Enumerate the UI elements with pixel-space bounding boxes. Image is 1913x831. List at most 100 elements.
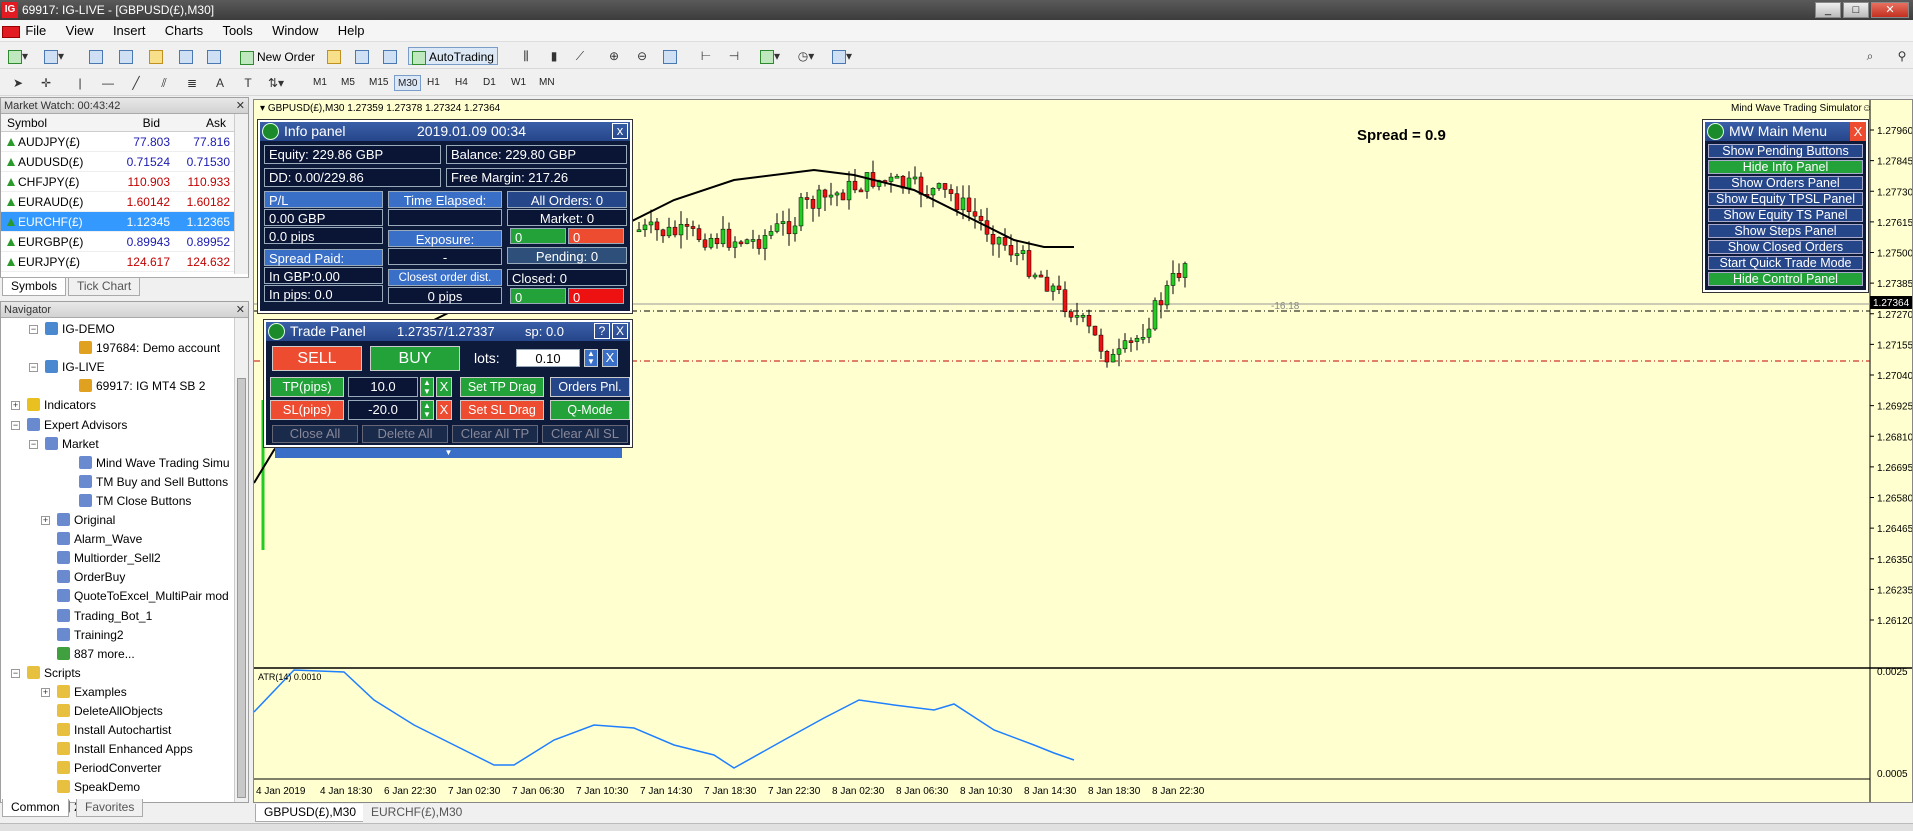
clear-all-sl-button[interactable]: Clear All SL [542,425,628,443]
hide-info-panel-button[interactable]: Hide Info Panel [1708,160,1863,174]
collapse-icon[interactable]: − [11,668,20,678]
navigator-item[interactable]: 887 more... [57,645,135,663]
cursor-icon[interactable]: ➤ [8,73,28,93]
hide-control-panel-button[interactable]: Hide Control Panel [1708,272,1863,286]
tf-m15[interactable]: M15 [366,75,391,91]
scrollbar-thumb[interactable] [237,378,246,798]
navigator-item[interactable]: DeleteAllObjects [57,702,163,720]
navigator-item[interactable]: Expert Advisors [27,416,127,434]
tab-eurchf-m30[interactable]: EURCHF(£),M30 [363,804,471,822]
indicators-icon[interactable]: ▾ [760,46,780,66]
show-closed-orders-button[interactable]: Show Closed Orders [1708,240,1863,254]
trendline-icon[interactable]: ╱ [126,73,146,93]
market-watch-row[interactable]: EURAUD(£) 1.60142 1.60182 [1,192,248,212]
sl-clear-button[interactable]: X [436,400,452,420]
line-chart-icon[interactable]: ⟋ [570,46,590,66]
close-icon[interactable]: ✕ [1871,2,1909,18]
navigator-item[interactable]: Indicators [27,396,96,414]
candlestick-icon[interactable]: ▮ [544,46,564,66]
show-steps-panel-button[interactable]: Show Steps Panel [1708,224,1863,238]
tile-windows-icon[interactable] [660,46,680,66]
autoscroll-icon[interactable]: ⊣ [724,46,744,66]
tf-mn[interactable]: MN [536,75,558,91]
col-ask[interactable]: Ask [206,114,226,132]
navigator-scrollbar[interactable] [234,318,248,802]
navigator-item[interactable]: Install Autochartist [57,721,171,739]
show-pending-buttons-button[interactable]: Show Pending Buttons [1708,144,1863,158]
horizontal-line-icon[interactable]: — [98,73,118,93]
arrows-icon[interactable]: ⇅▾ [266,73,286,93]
tab-tick-chart[interactable]: Tick Chart [68,278,141,296]
tf-d1[interactable]: D1 [480,75,499,91]
chart-shift-icon[interactable]: ⊢ [696,46,716,66]
collapse-icon[interactable]: − [29,363,38,373]
navigator-item[interactable]: 69917: IG MT4 SB 2 [79,377,205,395]
navigator-item[interactable]: Scripts [27,664,81,682]
menu-window[interactable]: Window [264,20,326,41]
tab-favorites[interactable]: Favorites [76,799,144,817]
search-icon[interactable]: ⌕ [1860,46,1880,66]
profiles-icon[interactable]: ▾ [44,46,64,66]
show-equity-tpsl-panel-button[interactable]: Show Equity TPSL Panel [1708,192,1863,206]
menu-file[interactable]: File [17,20,54,41]
terminal-icon[interactable] [176,46,196,66]
tf-h4[interactable]: H4 [452,75,471,91]
vertical-line-icon[interactable]: | [70,73,90,93]
tf-w1[interactable]: W1 [508,75,529,91]
q-mode-button[interactable]: Q-Mode [550,400,630,420]
navigator-item[interactable]: TM Buy and Sell Buttons [79,473,228,491]
set-sl-drag-button[interactable]: Set SL Drag [460,400,544,420]
start-quick-trade-mode-button[interactable]: Start Quick Trade Mode [1708,256,1863,270]
help-button[interactable]: ? [594,323,610,339]
market-watch-row[interactable]: EURJPY(£) 124.617 124.632 [1,252,248,272]
clear-all-tp-button[interactable]: Clear All TP [452,425,538,443]
collapse-icon[interactable]: − [11,420,20,430]
tab-common[interactable]: Common [2,799,69,817]
tf-m5[interactable]: M5 [338,75,358,91]
lots-clear-button[interactable]: X [602,349,618,367]
maximize-icon[interactable]: □ [1843,2,1869,18]
menu-insert[interactable]: Insert [105,20,154,41]
new-order-button[interactable]: New Order [236,47,319,65]
close-icon[interactable]: ✕ [236,302,245,318]
new-chart-icon[interactable]: ▾ [8,46,28,66]
data-window-icon[interactable] [116,46,136,66]
strategy-tester-icon[interactable] [204,46,224,66]
channel-icon[interactable]: ⫽ [154,73,174,93]
market-watch-row[interactable]: AUDJPY(£) 77.803 77.816 [1,132,248,152]
navigator-icon[interactable] [146,46,166,66]
lots-input[interactable]: 0.10 [516,349,580,367]
trade-panel-expand-button[interactable]: ▼ [275,448,622,458]
tf-m30[interactable]: M30 [394,75,422,91]
minimize-icon[interactable]: _ [1815,2,1841,18]
show-equity-ts-panel-button[interactable]: Show Equity TS Panel [1708,208,1863,222]
fibonacci-icon[interactable]: ≣ [182,73,202,93]
templates-icon[interactable]: ▾ [832,46,852,66]
periods-icon[interactable]: ◷▾ [796,46,816,66]
navigator-item[interactable]: Examples [57,683,127,701]
navigator-item[interactable]: Alarm_Wave [57,530,142,548]
info-panel-close-button[interactable]: x [612,123,628,139]
navigator-item[interactable]: Trading_Bot_1 [57,607,152,625]
text-label-icon[interactable]: T [238,73,258,93]
navigator-item[interactable]: Install Enhanced Apps [57,740,193,758]
main-menu-close-button[interactable]: X [1850,122,1866,141]
tp-input[interactable]: 10.0 [348,377,418,397]
navigator-item[interactable]: OrderBuy [57,568,125,586]
lots-stepper[interactable]: ▲ ▼ [584,349,598,367]
sell-button[interactable]: SELL [272,346,362,371]
navigator-item[interactable]: Original [57,511,115,529]
menu-charts[interactable]: Charts [157,20,211,41]
sl-input[interactable]: -20.0 [348,400,418,420]
col-symbol[interactable]: Symbol [7,114,47,132]
autotrading-button[interactable]: AutoTrading [408,47,498,65]
trade-panel-close-button[interactable]: X [612,323,628,339]
menu-view[interactable]: View [58,20,102,41]
market-watch-icon[interactable] [86,46,106,66]
metaeditor-icon[interactable] [324,46,344,66]
market-watch-row[interactable]: EURCHF(£) 1.12345 1.12365 [1,212,248,232]
tp-stepper[interactable]: ▲ ▼ [420,377,434,397]
orders-panel-button[interactable]: Orders Pnl. [550,377,630,397]
delete-all-button[interactable]: Delete All [362,425,448,443]
bar-chart-icon[interactable]: ⫼ [516,46,536,66]
